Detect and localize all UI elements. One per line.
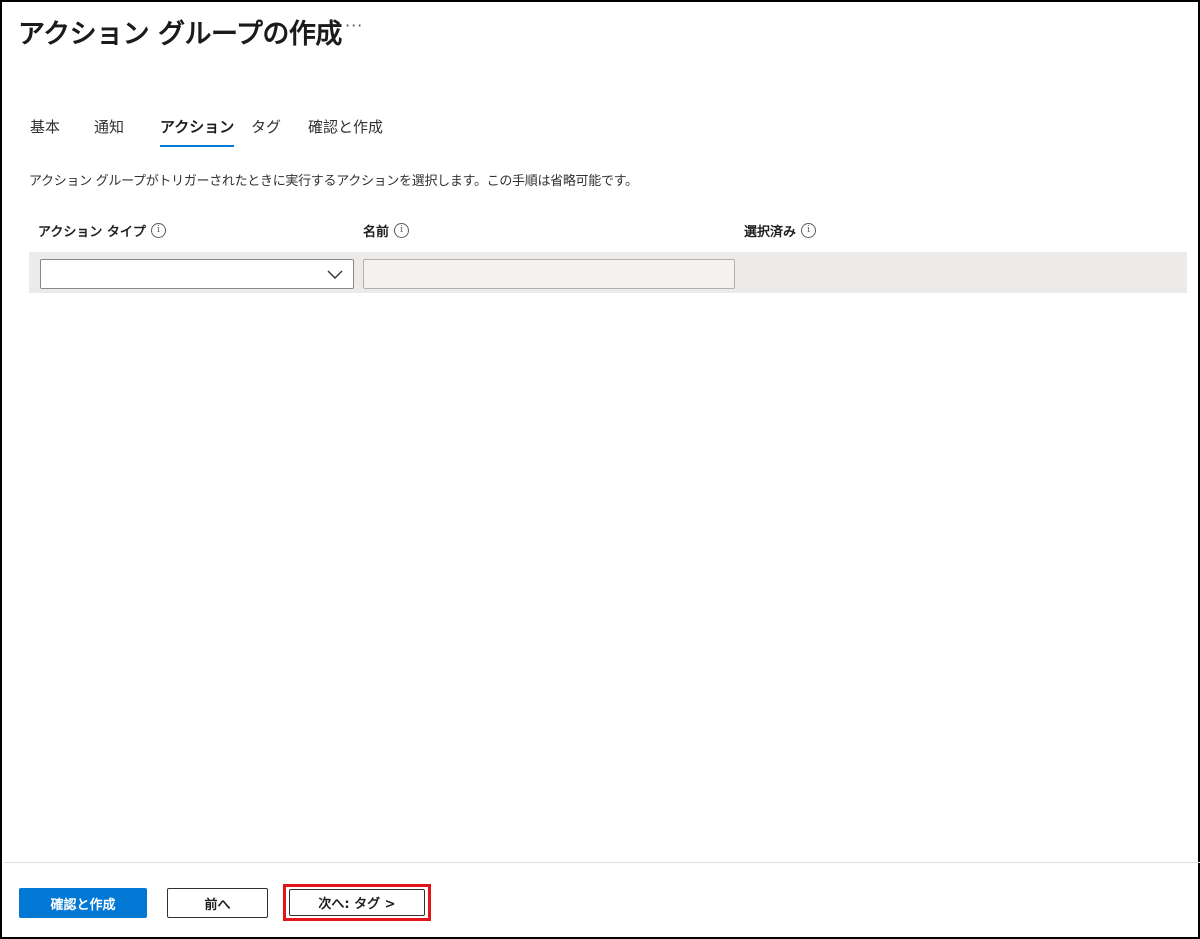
info-icon[interactable]: i xyxy=(801,223,817,238)
column-header-action-type: アクション タイプ i xyxy=(38,221,166,240)
column-header-name-label: 名前 xyxy=(363,225,390,240)
tab-tags[interactable]: タグ xyxy=(251,114,281,148)
page-title: アクション グループの作成 xyxy=(18,19,342,50)
tab-review-create[interactable]: 確認と作成 xyxy=(308,114,383,148)
tab-notifications[interactable]: 通知 xyxy=(94,114,124,148)
more-options-icon[interactable]: ··· xyxy=(345,16,363,35)
action-group-create-panel: アクション グループの作成 ··· 基本 通知 アクション タグ 確認と作成 ア… xyxy=(0,0,1200,939)
chevron-down-icon xyxy=(327,270,343,279)
info-icon[interactable]: i xyxy=(150,223,166,238)
description-text: アクション グループがトリガーされたときに実行するアクションを選択します。この手… xyxy=(29,174,638,189)
previous-button[interactable]: 前へ xyxy=(167,888,268,918)
tab-actions[interactable]: アクション xyxy=(160,114,235,148)
column-header-action-type-label: アクション タイプ xyxy=(38,225,146,240)
next-tags-button[interactable]: 次へ: タグ > xyxy=(289,889,425,916)
column-header-name: 名前 i xyxy=(363,221,410,240)
info-icon[interactable]: i xyxy=(394,223,410,238)
column-header-selected-label: 選択済み xyxy=(744,225,797,240)
tab-basics[interactable]: 基本 xyxy=(30,114,60,148)
footer-divider xyxy=(4,862,1200,863)
action-type-dropdown[interactable] xyxy=(40,259,354,289)
action-name-input[interactable] xyxy=(363,259,735,289)
review-create-button[interactable]: 確認と作成 xyxy=(19,888,147,918)
column-header-selected: 選択済み i xyxy=(744,221,817,240)
